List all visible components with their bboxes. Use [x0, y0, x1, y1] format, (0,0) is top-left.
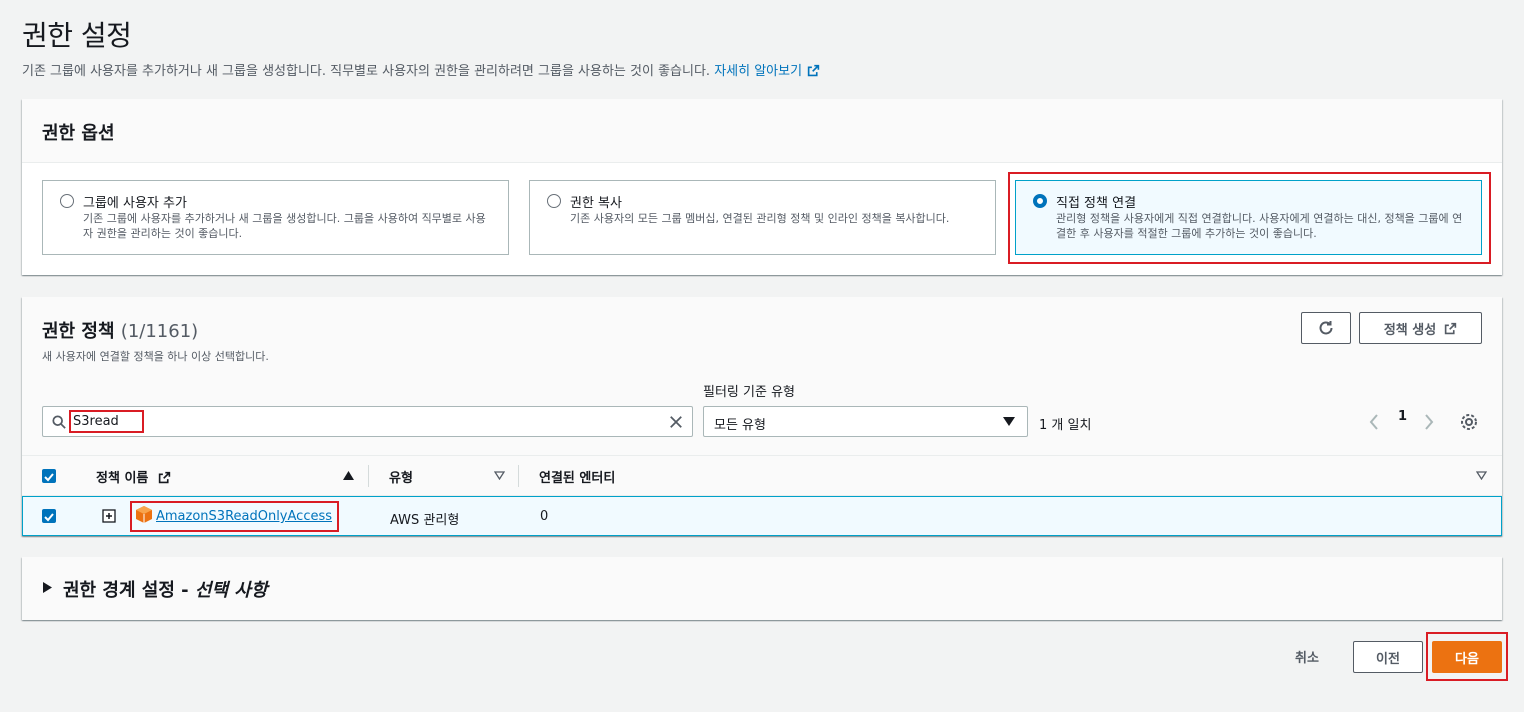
prev-page-icon[interactable]: [1369, 414, 1379, 430]
column-header-attached-entities[interactable]: 연결된 엔터티: [539, 467, 615, 486]
boundary-title-optional: 선택 사항: [194, 580, 268, 601]
current-page[interactable]: 1: [1398, 409, 1407, 424]
settings-gear-icon[interactable]: [1460, 413, 1478, 431]
check-icon: [44, 513, 54, 522]
policies-title-text: 권한 정책: [42, 321, 115, 342]
refresh-icon: [1319, 321, 1333, 335]
expand-plus-icon[interactable]: [102, 509, 116, 523]
table-row[interactable]: AmazonS3ReadOnlyAccess AWS 관리형 0: [22, 496, 1502, 536]
learn-more-label: 자세히 알아보기: [714, 64, 803, 79]
page-title: 권한 설정: [22, 19, 132, 52]
policies-description: 새 사용자에 연결할 정책을 하나 이상 선택합니다.: [42, 350, 269, 363]
boundary-title-main: 권한 경계 설정 -: [63, 580, 195, 601]
row-checkbox[interactable]: [42, 509, 56, 523]
caret-down-icon: [1003, 417, 1015, 426]
highlight-box: [1426, 632, 1508, 681]
external-link-icon: [158, 471, 171, 484]
sort-icon[interactable]: [494, 471, 505, 480]
column-policy-name-label: 정책 이름: [96, 471, 149, 486]
create-policy-button[interactable]: 정책 생성: [1359, 312, 1482, 344]
highlight-box: [1008, 172, 1491, 264]
refresh-button[interactable]: [1301, 312, 1351, 344]
permissions-boundary-panel[interactable]: 권한 경계 설정 - 선택 사항: [22, 557, 1502, 620]
option-add-to-group[interactable]: 그룹에 사용자 추가 기존 그룹에 사용자를 추가하거나 새 그룹을 생성합니다…: [42, 180, 509, 255]
option-copy-permissions-desc: 기존 사용자의 모든 그룹 멤버십, 연결된 관리형 정책 및 인라인 정책을 …: [570, 212, 950, 225]
sort-ascending-icon[interactable]: [343, 471, 354, 480]
filter-type-value: 모든 유형: [714, 418, 766, 433]
policy-table-header: 정책 이름 유형 연결된 엔터티: [22, 455, 1502, 496]
next-page-icon[interactable]: [1424, 414, 1434, 430]
permission-options-panel: 권한 옵션 그룹에 사용자 추가 기존 그룹에 사용자를 추가하거나 새 그룹을…: [22, 99, 1502, 275]
column-divider: [368, 465, 369, 487]
select-all-checkbox[interactable]: [42, 469, 56, 483]
option-add-to-group-label: 그룹에 사용자 추가: [83, 196, 187, 211]
check-icon: [44, 473, 54, 482]
clear-icon[interactable]: [669, 415, 683, 429]
permission-policies-title: 권한 정책 (1/1161): [42, 317, 198, 343]
external-link-icon: [807, 64, 820, 77]
page-description: 기존 그룹에 사용자를 추가하거나 새 그룹을 생성합니다. 직무별로 사용자의…: [22, 60, 820, 79]
policy-type: AWS 관리형: [390, 513, 460, 528]
option-copy-permissions-label: 권한 복사: [570, 196, 622, 211]
policies-count: (1/1161): [120, 321, 199, 342]
highlight-box: [69, 410, 144, 433]
filter-type-label: 필터링 기준 유형: [703, 385, 795, 400]
page-description-text: 기존 그룹에 사용자를 추가하거나 새 그룹을 생성합니다. 직무별로 사용자의…: [22, 64, 711, 79]
policy-attached-entities: 0: [540, 509, 549, 524]
cancel-button[interactable]: 취소: [1295, 647, 1319, 666]
option-add-to-group-desc: 기존 그룹에 사용자를 추가하거나 새 그룹을 생성합니다. 그룹을 사용하여 …: [83, 212, 486, 240]
search-icon: [52, 415, 66, 429]
permission-policies-header: 권한 정책 (1/1161) 새 사용자에 연결할 정책을 하나 이상 선택합니…: [22, 297, 1502, 455]
highlight-box: [130, 501, 339, 532]
permission-options-header: 권한 옵션: [22, 99, 1502, 163]
column-header-type[interactable]: 유형: [389, 467, 413, 486]
create-policy-label: 정책 생성: [1383, 322, 1437, 338]
permission-options-title: 권한 옵션: [42, 123, 115, 144]
permissions-boundary-title[interactable]: 권한 경계 설정 - 선택 사항: [63, 576, 267, 602]
column-divider: [518, 465, 519, 487]
filter-type-select[interactable]: 모든 유형: [703, 406, 1028, 437]
match-count: 1 개 일치: [1039, 418, 1092, 433]
previous-button[interactable]: 이전: [1353, 641, 1423, 673]
expand-caret-icon[interactable]: [43, 582, 52, 593]
external-link-icon: [1445, 322, 1457, 334]
column-header-policy-name[interactable]: 정책 이름: [96, 467, 171, 486]
sort-icon[interactable]: [1476, 471, 1487, 480]
learn-more-link[interactable]: 자세히 알아보기: [714, 64, 820, 79]
radio-copy-permissions[interactable]: [547, 194, 561, 208]
radio-add-to-group[interactable]: [60, 194, 74, 208]
permission-policies-panel: 권한 정책 (1/1161) 새 사용자에 연결할 정책을 하나 이상 선택합니…: [22, 297, 1502, 536]
option-copy-permissions[interactable]: 권한 복사 기존 사용자의 모든 그룹 멤버십, 연결된 관리형 정책 및 인라…: [529, 180, 996, 255]
